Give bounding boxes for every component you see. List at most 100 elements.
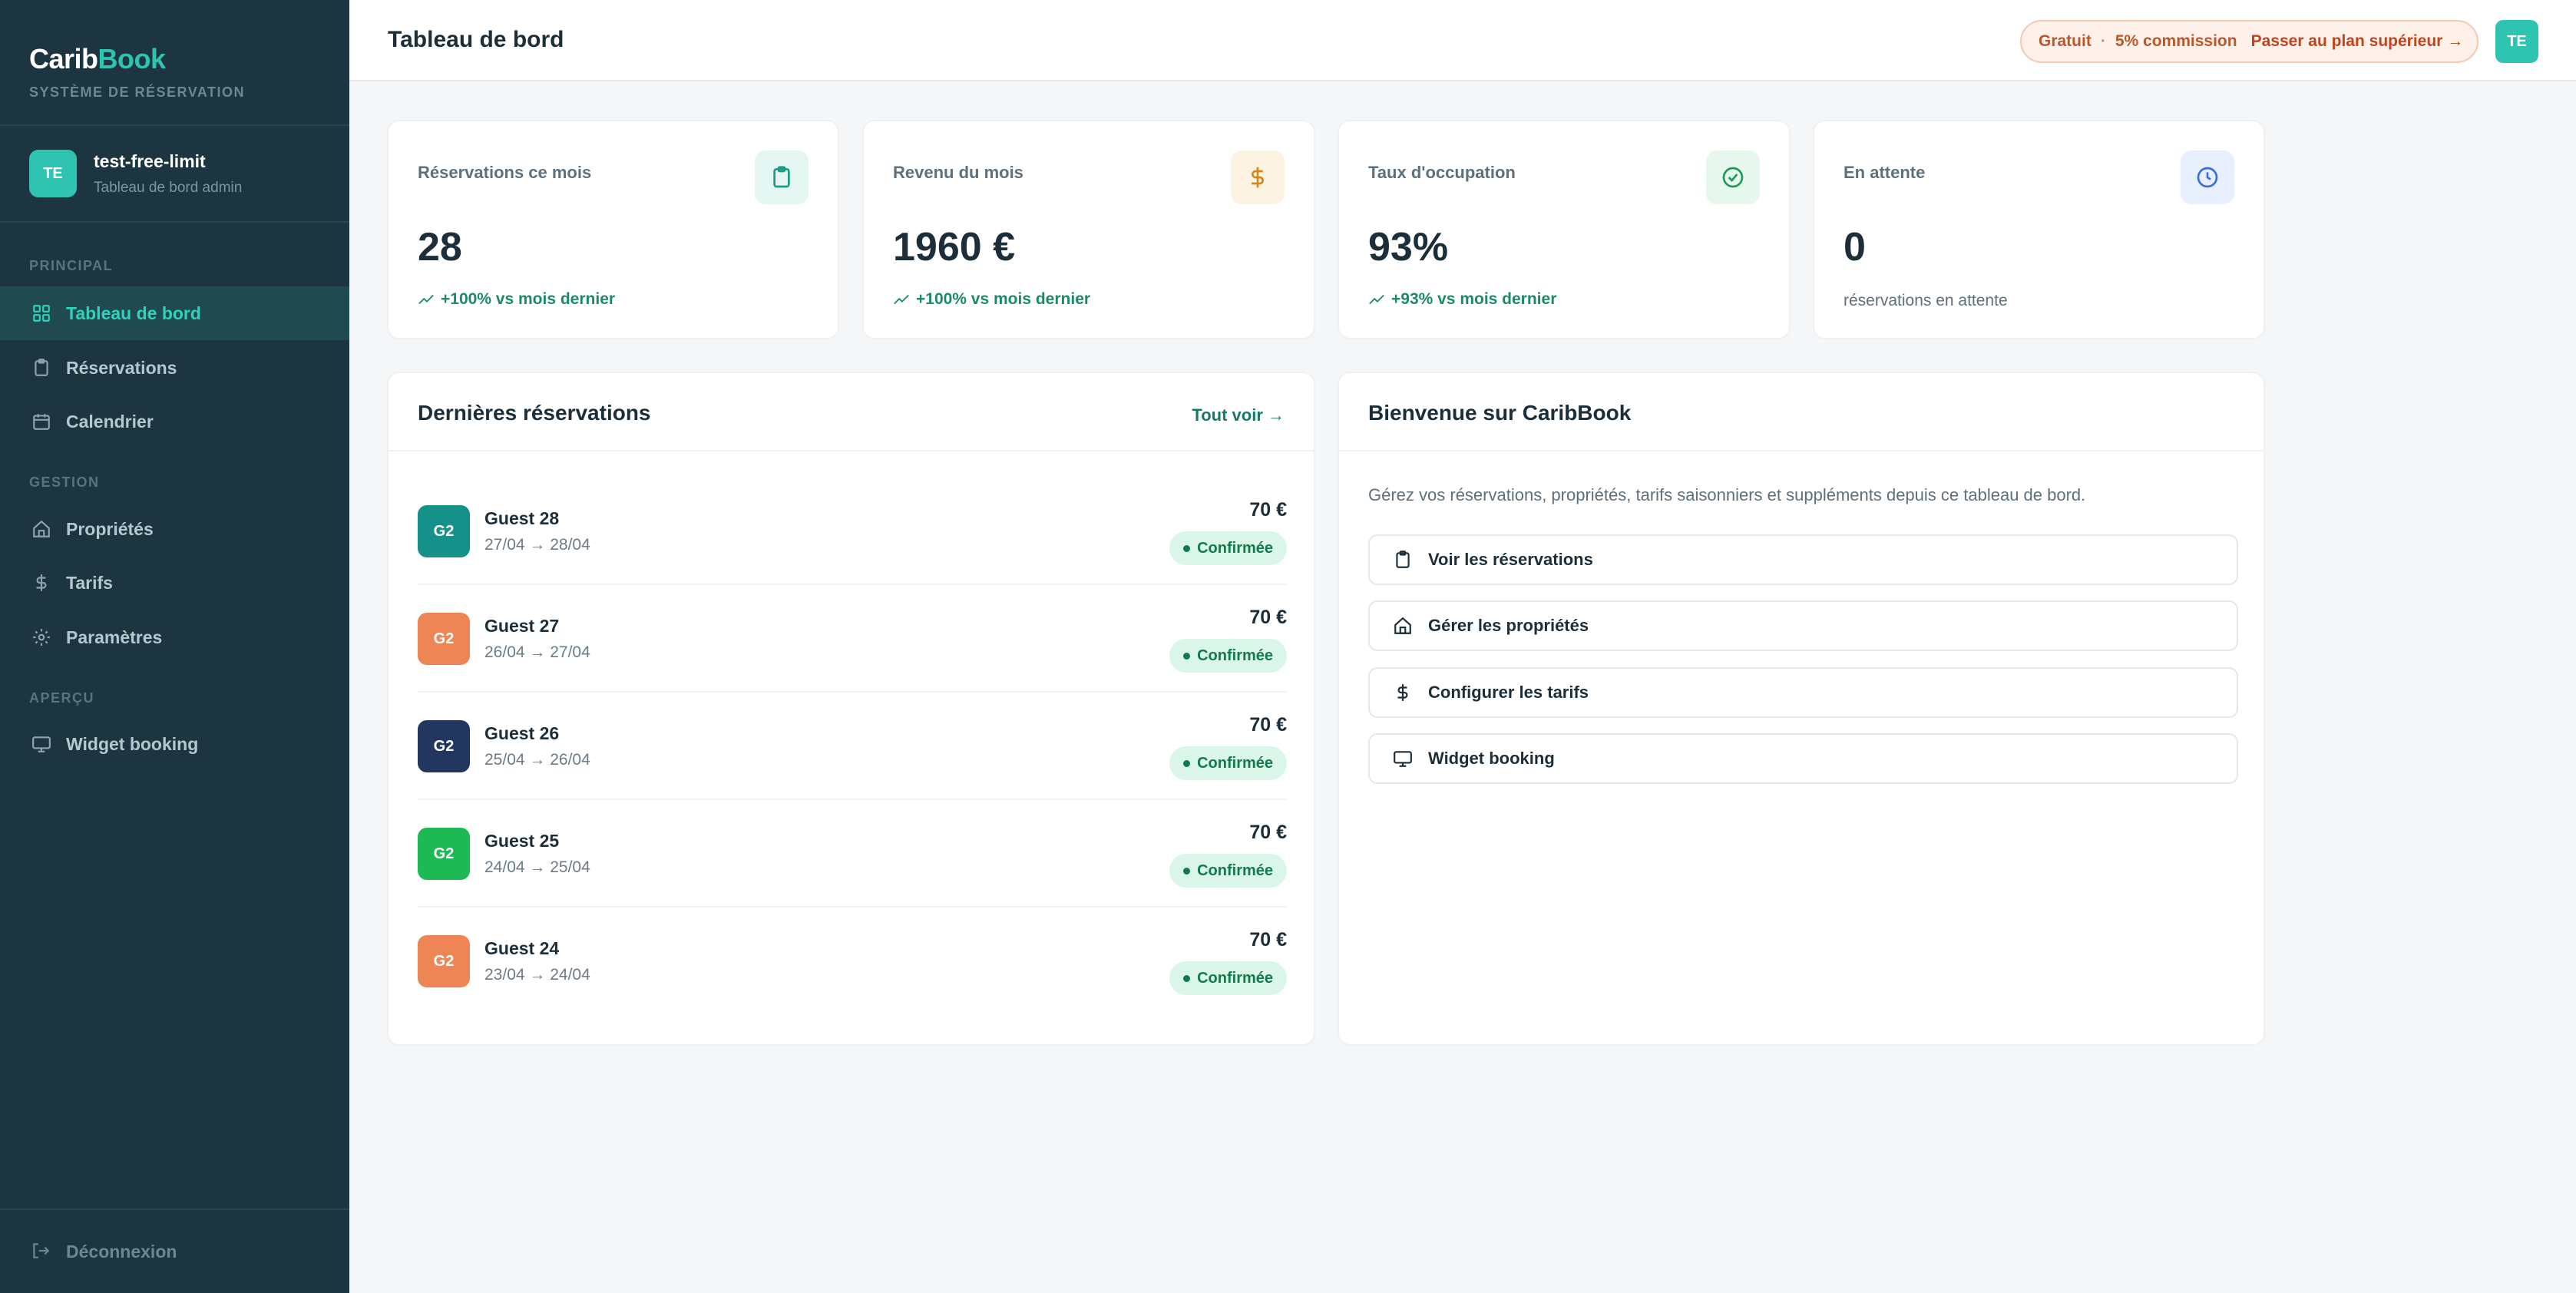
view-reservations-button[interactable]: Voir les réservations	[1368, 534, 2238, 585]
calendar-icon	[31, 411, 52, 432]
sidebar-item-calendar[interactable]: Calendrier	[0, 395, 349, 448]
stat-card-occupancy: Taux d'occupation 93% +93% vs mois derni…	[1338, 120, 1791, 339]
status-badge: Confirmée	[1169, 639, 1287, 673]
stat-card-pending: En attente 0 réservations en attente	[1813, 120, 2265, 339]
reservation-dates: 25/04 → 26/04	[484, 751, 590, 769]
brand: CaribBook SYSTÈME DE RÉSERVATION	[0, 0, 349, 126]
see-all-link[interactable]: Tout voir →	[1192, 405, 1285, 425]
trend-up-icon	[894, 294, 909, 305]
nav-section-gestion: GESTION	[29, 475, 100, 490]
sidebar-item-widget[interactable]: Widget booking	[0, 717, 349, 771]
home-icon	[31, 518, 52, 540]
reservation-row[interactable]: G2 Guest 26 25/04 → 26/04 70 € Confirmée	[418, 693, 1287, 800]
nav-section-principal: PRINCIPAL	[29, 258, 114, 273]
status-dot	[1183, 759, 1191, 767]
gear-icon	[31, 627, 52, 648]
status-badge: Confirmée	[1169, 854, 1287, 888]
page-title: Tableau de bord	[388, 27, 564, 52]
monitor-icon	[1393, 749, 1413, 769]
guest-name: Guest 28	[484, 508, 560, 528]
manage-properties-button[interactable]: Gérer les propriétés	[1368, 600, 2238, 651]
plan-commission: 5% commission	[2115, 32, 2237, 50]
reservation-row[interactable]: G2 Guest 25 24/04 → 25/04 70 € Confirmée	[418, 800, 1287, 908]
clipboard-icon	[31, 357, 52, 379]
stat-trend: +100% vs mois dernier	[418, 290, 615, 309]
widget-booking-button[interactable]: Widget booking	[1368, 733, 2238, 784]
status-text: Confirmée	[1197, 754, 1273, 772]
stat-trend-text: +100% vs mois dernier	[916, 290, 1091, 308]
divider	[1339, 450, 2264, 451]
reservation-row[interactable]: G2 Guest 27 26/04 → 27/04 70 € Confirmée	[418, 585, 1287, 693]
stat-label: Taux d'occupation	[1368, 163, 1516, 182]
stat-trend: +93% vs mois dernier	[1368, 290, 1556, 309]
reservation-row[interactable]: G2 Guest 28 27/04 → 28/04 70 € Confirmée	[418, 478, 1287, 585]
welcome-text: Gérez vos réservations, propriétés, tari…	[1368, 485, 2086, 504]
action-label: Gérer les propriétés	[1428, 616, 1589, 635]
reservation-row[interactable]: G2 Guest 24 23/04 → 24/04 70 € Confirmée	[418, 908, 1287, 1015]
dollar-icon	[1393, 683, 1413, 703]
trend-up-icon	[418, 294, 434, 305]
stat-value: 93%	[1368, 225, 1449, 270]
stat-value: 28	[418, 225, 462, 270]
status-badge: Confirmée	[1169, 531, 1287, 565]
brand-logo[interactable]: CaribBook	[29, 43, 320, 75]
clipboard-icon	[755, 150, 809, 204]
status-text: Confirmée	[1197, 646, 1273, 664]
panel-title: Bienvenue sur CaribBook	[1368, 401, 1632, 425]
sidebar-item-label: Tableau de bord	[66, 303, 201, 323]
stat-label: Revenu du mois	[893, 163, 1023, 182]
user-role: Tableau de bord admin	[94, 179, 243, 196]
configure-rates-button[interactable]: Configurer les tarifs	[1368, 667, 2238, 718]
logout-icon	[31, 1241, 52, 1262]
user-profile: TE test-free-limit Tableau de bord admin	[0, 126, 349, 223]
status-dot	[1183, 544, 1191, 552]
status-badge: Confirmée	[1169, 746, 1287, 780]
upgrade-link[interactable]: Passer au plan supérieur →	[2251, 32, 2464, 51]
sidebar-item-properties[interactable]: Propriétés	[0, 502, 349, 556]
reservation-price: 70 €	[1249, 607, 1287, 628]
status-text: Confirmée	[1197, 861, 1273, 879]
status-dot	[1183, 867, 1191, 875]
latest-reservations-panel: Dernières réservations Tout voir → G2 Gu…	[387, 372, 1315, 1046]
stat-label: Réservations ce mois	[418, 163, 592, 182]
guest-avatar: G2	[418, 720, 470, 772]
home-icon	[1393, 616, 1413, 636]
trend-up-icon	[1369, 294, 1384, 305]
welcome-panel: Bienvenue sur CaribBook Gérez vos réserv…	[1338, 372, 2265, 1046]
stat-value: 1960 €	[893, 225, 1016, 270]
dollar-icon	[31, 572, 52, 594]
guest-name: Guest 26	[484, 723, 560, 743]
reservation-price: 70 €	[1249, 822, 1287, 843]
stat-note: réservations en attente	[1844, 292, 2008, 309]
guest-avatar: G2	[418, 828, 470, 880]
user-name: test-free-limit	[94, 150, 206, 171]
sidebar-item-label: Réservations	[66, 357, 177, 378]
logout-button[interactable]: Déconnexion	[0, 1209, 349, 1293]
header-avatar[interactable]: TE	[2495, 20, 2538, 63]
guest-name: Guest 27	[484, 616, 560, 636]
brand-name-part1: Carib	[29, 43, 98, 74]
reservation-price: 70 €	[1249, 929, 1287, 951]
reservation-dates: 27/04 → 28/04	[484, 536, 590, 554]
guest-avatar: G2	[418, 935, 470, 987]
stat-trend-text: +93% vs mois dernier	[1391, 290, 1557, 308]
sidebar-item-label: Propriétés	[66, 518, 154, 539]
sidebar-item-dashboard[interactable]: Tableau de bord	[0, 286, 349, 340]
plan-badge[interactable]: Gratuit · 5% commission Passer au plan s…	[2020, 20, 2478, 63]
panel-title: Dernières réservations	[418, 401, 651, 425]
status-badge: Confirmée	[1169, 961, 1287, 995]
brand-name-part2: Book	[98, 43, 167, 74]
reservation-dates: 24/04 → 25/04	[484, 858, 590, 876]
action-label: Widget booking	[1428, 749, 1555, 768]
reservation-price: 70 €	[1249, 714, 1287, 736]
stat-trend: +100% vs mois dernier	[893, 290, 1090, 309]
sidebar-item-settings[interactable]: Paramètres	[0, 610, 349, 664]
grid-icon	[31, 303, 52, 324]
reservation-dates: 26/04 → 27/04	[484, 643, 590, 661]
status-dot	[1183, 974, 1191, 982]
stat-card-revenue: Revenu du mois 1960 € +100% vs mois dern…	[862, 120, 1315, 339]
sidebar-item-reservations[interactable]: Réservations	[0, 341, 349, 395]
sidebar-item-rates[interactable]: Tarifs	[0, 556, 349, 610]
dollar-icon	[1231, 150, 1285, 204]
stat-trend-text: +100% vs mois dernier	[441, 290, 616, 308]
